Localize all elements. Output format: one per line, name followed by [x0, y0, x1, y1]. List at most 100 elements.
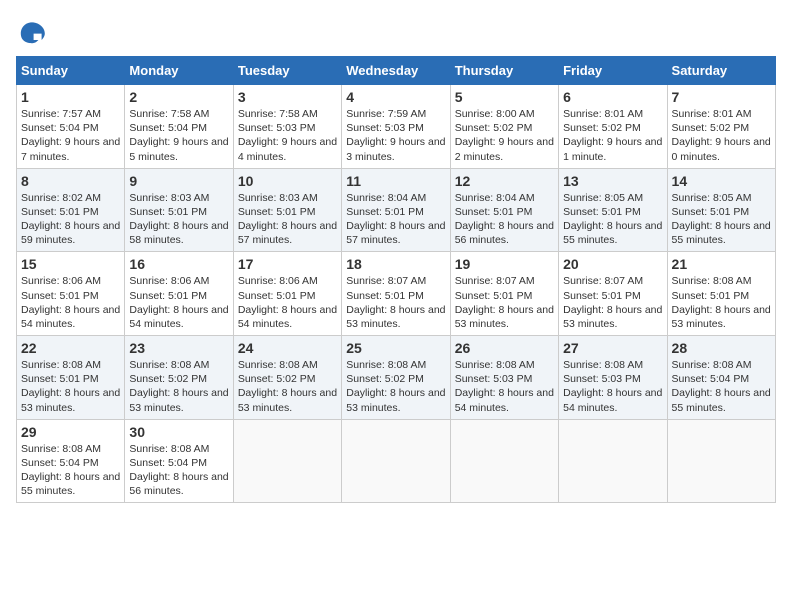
weekday-header-wednesday: Wednesday [342, 57, 450, 85]
day-info: Sunrise: 8:05 AMSunset: 5:01 PMDaylight:… [563, 192, 662, 247]
weekday-header-tuesday: Tuesday [233, 57, 341, 85]
calendar-day-cell: 9 Sunrise: 8:03 AMSunset: 5:01 PMDayligh… [125, 168, 233, 252]
calendar-table: SundayMondayTuesdayWednesdayThursdayFrid… [16, 56, 776, 503]
calendar-day-cell: 1 Sunrise: 7:57 AMSunset: 5:04 PMDayligh… [17, 85, 125, 169]
day-info: Sunrise: 8:01 AMSunset: 5:02 PMDaylight:… [563, 108, 662, 163]
day-info: Sunrise: 8:00 AMSunset: 5:02 PMDaylight:… [455, 108, 554, 163]
weekday-header-thursday: Thursday [450, 57, 558, 85]
day-info: Sunrise: 8:07 AMSunset: 5:01 PMDaylight:… [563, 275, 662, 330]
day-info: Sunrise: 8:08 AMSunset: 5:03 PMDaylight:… [563, 359, 662, 414]
day-number: 26 [455, 340, 554, 356]
day-info: Sunrise: 8:06 AMSunset: 5:01 PMDaylight:… [238, 275, 337, 330]
day-info: Sunrise: 8:06 AMSunset: 5:01 PMDaylight:… [129, 275, 228, 330]
calendar-day-cell [450, 419, 558, 503]
day-number: 14 [672, 173, 771, 189]
day-number: 6 [563, 89, 662, 105]
calendar-day-cell: 5 Sunrise: 8:00 AMSunset: 5:02 PMDayligh… [450, 85, 558, 169]
calendar-week-5: 29 Sunrise: 8:08 AMSunset: 5:04 PMDaylig… [17, 419, 776, 503]
calendar-day-cell: 19 Sunrise: 8:07 AMSunset: 5:01 PMDaylig… [450, 252, 558, 336]
day-info: Sunrise: 8:02 AMSunset: 5:01 PMDaylight:… [21, 192, 120, 247]
day-number: 16 [129, 256, 228, 272]
calendar-day-cell: 7 Sunrise: 8:01 AMSunset: 5:02 PMDayligh… [667, 85, 775, 169]
day-number: 5 [455, 89, 554, 105]
calendar-day-cell: 16 Sunrise: 8:06 AMSunset: 5:01 PMDaylig… [125, 252, 233, 336]
day-info: Sunrise: 8:01 AMSunset: 5:02 PMDaylight:… [672, 108, 771, 163]
calendar-day-cell: 2 Sunrise: 7:58 AMSunset: 5:04 PMDayligh… [125, 85, 233, 169]
day-number: 23 [129, 340, 228, 356]
day-info: Sunrise: 8:03 AMSunset: 5:01 PMDaylight:… [129, 192, 228, 247]
day-info: Sunrise: 8:08 AMSunset: 5:01 PMDaylight:… [672, 275, 771, 330]
calendar-day-cell: 6 Sunrise: 8:01 AMSunset: 5:02 PMDayligh… [559, 85, 667, 169]
calendar-day-cell: 22 Sunrise: 8:08 AMSunset: 5:01 PMDaylig… [17, 336, 125, 420]
day-info: Sunrise: 8:07 AMSunset: 5:01 PMDaylight:… [346, 275, 445, 330]
day-number: 3 [238, 89, 337, 105]
calendar-day-cell [233, 419, 341, 503]
day-number: 7 [672, 89, 771, 105]
day-info: Sunrise: 8:03 AMSunset: 5:01 PMDaylight:… [238, 192, 337, 247]
day-info: Sunrise: 7:58 AMSunset: 5:04 PMDaylight:… [129, 108, 228, 163]
day-number: 8 [21, 173, 120, 189]
day-number: 4 [346, 89, 445, 105]
day-number: 18 [346, 256, 445, 272]
day-number: 15 [21, 256, 120, 272]
weekday-header-sunday: Sunday [17, 57, 125, 85]
day-info: Sunrise: 8:08 AMSunset: 5:02 PMDaylight:… [238, 359, 337, 414]
day-info: Sunrise: 7:59 AMSunset: 5:03 PMDaylight:… [346, 108, 445, 163]
calendar-day-cell: 11 Sunrise: 8:04 AMSunset: 5:01 PMDaylig… [342, 168, 450, 252]
day-number: 22 [21, 340, 120, 356]
calendar-day-cell: 20 Sunrise: 8:07 AMSunset: 5:01 PMDaylig… [559, 252, 667, 336]
day-number: 25 [346, 340, 445, 356]
calendar-day-cell: 23 Sunrise: 8:08 AMSunset: 5:02 PMDaylig… [125, 336, 233, 420]
weekday-header-friday: Friday [559, 57, 667, 85]
calendar-day-cell: 30 Sunrise: 8:08 AMSunset: 5:04 PMDaylig… [125, 419, 233, 503]
day-info: Sunrise: 8:04 AMSunset: 5:01 PMDaylight:… [346, 192, 445, 247]
calendar-day-cell: 15 Sunrise: 8:06 AMSunset: 5:01 PMDaylig… [17, 252, 125, 336]
day-info: Sunrise: 8:08 AMSunset: 5:02 PMDaylight:… [346, 359, 445, 414]
day-number: 11 [346, 173, 445, 189]
logo-icon [16, 16, 48, 48]
day-number: 19 [455, 256, 554, 272]
calendar-day-cell [667, 419, 775, 503]
calendar-day-cell: 14 Sunrise: 8:05 AMSunset: 5:01 PMDaylig… [667, 168, 775, 252]
day-info: Sunrise: 8:06 AMSunset: 5:01 PMDaylight:… [21, 275, 120, 330]
day-info: Sunrise: 7:57 AMSunset: 5:04 PMDaylight:… [21, 108, 120, 163]
day-info: Sunrise: 8:08 AMSunset: 5:03 PMDaylight:… [455, 359, 554, 414]
weekday-header-saturday: Saturday [667, 57, 775, 85]
day-info: Sunrise: 8:08 AMSunset: 5:04 PMDaylight:… [672, 359, 771, 414]
calendar-day-cell: 25 Sunrise: 8:08 AMSunset: 5:02 PMDaylig… [342, 336, 450, 420]
calendar-day-cell: 12 Sunrise: 8:04 AMSunset: 5:01 PMDaylig… [450, 168, 558, 252]
weekday-header-row: SundayMondayTuesdayWednesdayThursdayFrid… [17, 57, 776, 85]
calendar-day-cell: 21 Sunrise: 8:08 AMSunset: 5:01 PMDaylig… [667, 252, 775, 336]
calendar-day-cell: 26 Sunrise: 8:08 AMSunset: 5:03 PMDaylig… [450, 336, 558, 420]
calendar-day-cell: 8 Sunrise: 8:02 AMSunset: 5:01 PMDayligh… [17, 168, 125, 252]
logo [16, 16, 52, 48]
day-number: 29 [21, 424, 120, 440]
calendar-day-cell: 4 Sunrise: 7:59 AMSunset: 5:03 PMDayligh… [342, 85, 450, 169]
day-number: 17 [238, 256, 337, 272]
calendar-week-2: 8 Sunrise: 8:02 AMSunset: 5:01 PMDayligh… [17, 168, 776, 252]
day-info: Sunrise: 8:08 AMSunset: 5:04 PMDaylight:… [129, 443, 228, 498]
day-number: 9 [129, 173, 228, 189]
calendar-week-1: 1 Sunrise: 7:57 AMSunset: 5:04 PMDayligh… [17, 85, 776, 169]
day-number: 20 [563, 256, 662, 272]
day-info: Sunrise: 8:08 AMSunset: 5:04 PMDaylight:… [21, 443, 120, 498]
calendar-day-cell: 17 Sunrise: 8:06 AMSunset: 5:01 PMDaylig… [233, 252, 341, 336]
page-header [16, 16, 776, 48]
calendar-day-cell: 24 Sunrise: 8:08 AMSunset: 5:02 PMDaylig… [233, 336, 341, 420]
day-number: 13 [563, 173, 662, 189]
calendar-day-cell [559, 419, 667, 503]
day-info: Sunrise: 8:08 AMSunset: 5:01 PMDaylight:… [21, 359, 120, 414]
day-info: Sunrise: 8:07 AMSunset: 5:01 PMDaylight:… [455, 275, 554, 330]
calendar-day-cell: 3 Sunrise: 7:58 AMSunset: 5:03 PMDayligh… [233, 85, 341, 169]
day-number: 10 [238, 173, 337, 189]
day-info: Sunrise: 7:58 AMSunset: 5:03 PMDaylight:… [238, 108, 337, 163]
calendar-day-cell: 18 Sunrise: 8:07 AMSunset: 5:01 PMDaylig… [342, 252, 450, 336]
day-number: 12 [455, 173, 554, 189]
day-info: Sunrise: 8:05 AMSunset: 5:01 PMDaylight:… [672, 192, 771, 247]
calendar-week-4: 22 Sunrise: 8:08 AMSunset: 5:01 PMDaylig… [17, 336, 776, 420]
calendar-day-cell: 13 Sunrise: 8:05 AMSunset: 5:01 PMDaylig… [559, 168, 667, 252]
weekday-header-monday: Monday [125, 57, 233, 85]
day-number: 30 [129, 424, 228, 440]
calendar-week-3: 15 Sunrise: 8:06 AMSunset: 5:01 PMDaylig… [17, 252, 776, 336]
day-number: 2 [129, 89, 228, 105]
